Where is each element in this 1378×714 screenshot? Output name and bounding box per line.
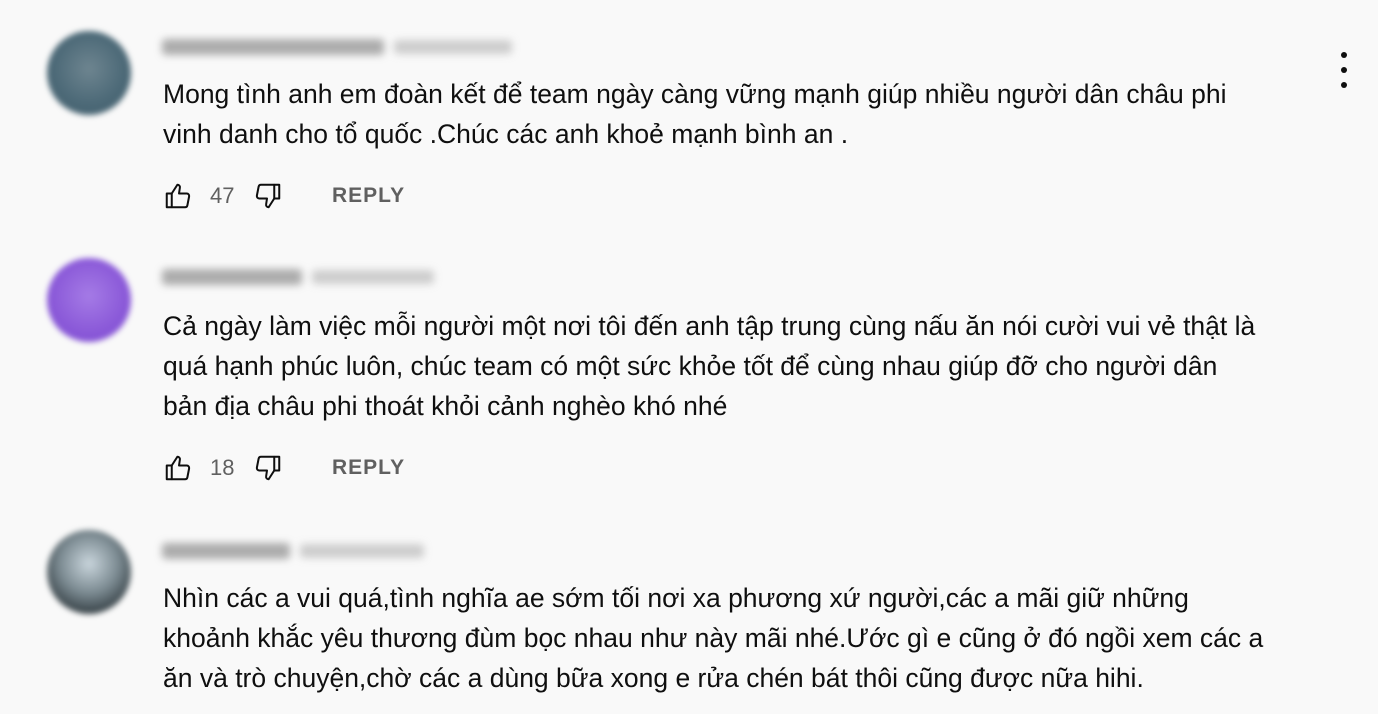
comment-text-line: Cả ngày làm việc mỗi người một nơi tôi đ… — [163, 311, 1256, 341]
comment-actions: 18 REPLY — [162, 452, 405, 484]
comment-text-line: bản địa châu phi thoát khỏi cảnh nghèo k… — [163, 391, 728, 421]
comment-text: Nhìn các a vui quá,tình nghĩa ae sớm tối… — [163, 578, 1323, 698]
avatar[interactable] — [47, 530, 131, 614]
thumbs-down-icon — [255, 455, 281, 481]
avatar[interactable] — [47, 258, 131, 342]
thumbs-up-icon — [165, 455, 191, 481]
reply-button[interactable]: REPLY — [332, 456, 405, 480]
like-button[interactable] — [162, 452, 194, 484]
comment-author-header[interactable] — [162, 540, 424, 562]
reply-button[interactable]: REPLY — [332, 184, 405, 208]
avatar[interactable] — [47, 31, 131, 115]
like-count: 47 — [210, 183, 235, 208]
comment-text-line: ăn và trò chuyện,chờ các a dùng bữa xong… — [163, 663, 1144, 693]
dislike-button[interactable] — [252, 452, 284, 484]
thumbs-up-icon — [165, 183, 191, 209]
comment-actions: 47 REPLY — [162, 180, 405, 212]
like-count: 18 — [210, 455, 235, 480]
thumbs-down-icon — [255, 183, 281, 209]
comment-text-line: vinh danh cho tổ quốc .Chúc các anh khoẻ… — [163, 119, 849, 149]
comment-text-line: quá hạnh phúc luôn, chúc team có một sức… — [163, 351, 1218, 381]
comment-text: Cả ngày làm việc mỗi người một nơi tôi đ… — [163, 306, 1323, 426]
comment-text-line: Nhìn các a vui quá,tình nghĩa ae sớm tối… — [163, 583, 1189, 613]
comment-author-header[interactable] — [162, 36, 512, 58]
more-vertical-icon[interactable] — [1330, 52, 1358, 88]
comment-text: Mong tình anh em đoàn kết để team ngày c… — [163, 74, 1323, 154]
comment-author-header[interactable] — [162, 266, 434, 288]
comment-text-line: khoảnh khắc yêu thương đùm bọc nhau như … — [163, 623, 1264, 653]
dislike-button[interactable] — [252, 180, 284, 212]
like-button[interactable] — [162, 180, 194, 212]
comment-text-line: Mong tình anh em đoàn kết để team ngày c… — [163, 79, 1227, 109]
